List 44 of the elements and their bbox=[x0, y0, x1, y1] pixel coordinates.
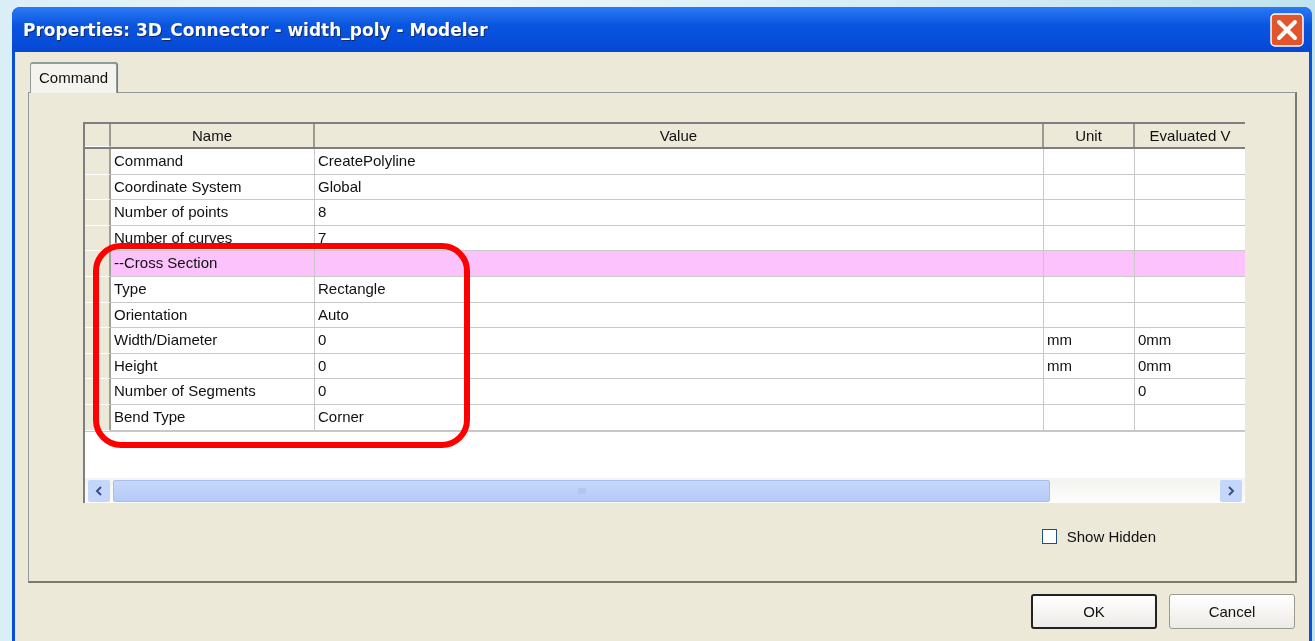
table-cell: Number of Segments bbox=[111, 379, 315, 405]
row-header-cell[interactable] bbox=[85, 200, 111, 226]
table-cell: Height bbox=[111, 353, 315, 380]
table-cell: Corner bbox=[315, 404, 1044, 431]
table-cell: 0 bbox=[315, 353, 1044, 380]
close-icon[interactable] bbox=[1270, 12, 1304, 47]
table-cell: 0mm bbox=[1135, 353, 1245, 380]
table-cell: mm bbox=[1044, 328, 1135, 354]
table-cell: CreatePolyline bbox=[315, 149, 1044, 175]
table-cell: 0 bbox=[315, 328, 1044, 354]
table-cell: Global bbox=[315, 174, 1044, 201]
column-header[interactable]: Value bbox=[315, 124, 1044, 147]
window-title: Properties: 3D_Connector - width_poly - Modeler bbox=[23, 19, 488, 40]
table-cell: Rectangle bbox=[315, 276, 1044, 303]
table-cell: mm bbox=[1044, 353, 1135, 380]
row-header-cell[interactable] bbox=[85, 174, 111, 201]
table-cell: Width/Diameter bbox=[111, 328, 315, 354]
chevron-left-icon bbox=[94, 485, 104, 496]
chevron-right-icon bbox=[1226, 485, 1236, 496]
scroll-left-button[interactable] bbox=[88, 479, 110, 502]
dialog-button[interactable]: OK bbox=[1031, 594, 1157, 629]
scroll-right-button[interactable] bbox=[1220, 479, 1242, 502]
table-cell: Bend Type bbox=[111, 404, 315, 431]
table-cell: 0 bbox=[315, 379, 1044, 405]
checkbox-label[interactable]: Show Hidden bbox=[1066, 528, 1156, 545]
table-cell: Auto bbox=[315, 302, 1044, 329]
table-cell: 8 bbox=[315, 200, 1044, 226]
table-cell: Type bbox=[111, 276, 315, 303]
dialog-button[interactable]: Cancel bbox=[1169, 594, 1295, 629]
checkbox[interactable] bbox=[1041, 529, 1057, 544]
table-cell: Orientation bbox=[111, 302, 315, 329]
table-cell: Number of points bbox=[111, 200, 315, 226]
column-header[interactable]: Name bbox=[111, 124, 315, 147]
horizontal-scrollbar[interactable] bbox=[85, 478, 1245, 503]
table-cell: --Cross Section bbox=[111, 251, 315, 277]
column-header[interactable]: Unit bbox=[1044, 124, 1135, 147]
table-cell: Command bbox=[111, 149, 315, 175]
column-header[interactable]: Evaluated V bbox=[1135, 124, 1245, 147]
table-cell: 0mm bbox=[1135, 328, 1245, 354]
table-cell: Coordinate System bbox=[111, 174, 315, 201]
table-cell: 0 bbox=[1135, 379, 1245, 405]
tab[interactable]: Command bbox=[30, 62, 118, 93]
row-header-cell[interactable] bbox=[85, 149, 111, 175]
scrollbar-thumb[interactable] bbox=[113, 479, 1050, 502]
